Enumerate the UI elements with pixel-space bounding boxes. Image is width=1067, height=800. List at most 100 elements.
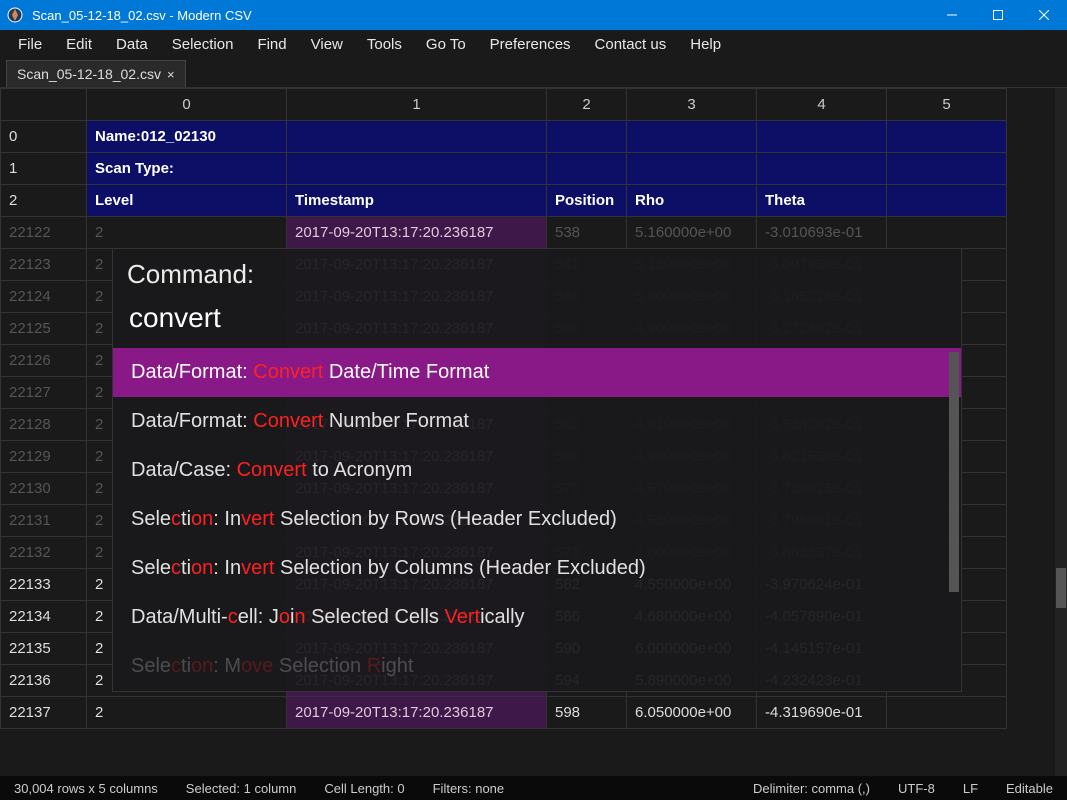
cell[interactable]: 2 xyxy=(87,697,287,729)
menu-preferences[interactable]: Preferences xyxy=(478,32,583,57)
column-header-row: 0 1 2 3 4 5 xyxy=(1,89,1007,121)
col-header-3[interactable]: 3 xyxy=(627,89,757,121)
cell[interactable] xyxy=(547,121,627,153)
cell[interactable]: Timestamp xyxy=(287,185,547,217)
cell[interactable]: 22130 xyxy=(1,473,87,505)
close-button[interactable] xyxy=(1021,0,1067,30)
col-header-4[interactable]: 4 xyxy=(757,89,887,121)
cell[interactable]: 22127 xyxy=(1,377,87,409)
cell[interactable]: 22129 xyxy=(1,441,87,473)
window-controls xyxy=(929,0,1067,30)
cell[interactable]: 22126 xyxy=(1,345,87,377)
status-encoding: UTF-8 xyxy=(884,781,949,796)
cell[interactable]: Position xyxy=(547,185,627,217)
cell[interactable]: 22131 xyxy=(1,505,87,537)
cell[interactable] xyxy=(627,153,757,185)
cell[interactable] xyxy=(887,217,1007,249)
command-input[interactable] xyxy=(113,294,961,348)
cell[interactable]: Theta xyxy=(757,185,887,217)
cell[interactable]: 22137 xyxy=(1,697,87,729)
cell[interactable]: 22124 xyxy=(1,281,87,313)
command-item[interactable]: Selection: Move Selection Right xyxy=(113,642,961,691)
cell[interactable]: 22123 xyxy=(1,249,87,281)
cell[interactable]: 22136 xyxy=(1,665,87,697)
corner-cell[interactable] xyxy=(1,89,87,121)
command-item[interactable]: Selection: Invert Selection by Rows (Hea… xyxy=(113,495,961,544)
status-editable: Editable xyxy=(992,781,1067,796)
menu-tools[interactable]: Tools xyxy=(355,32,414,57)
cell[interactable] xyxy=(627,121,757,153)
cell[interactable]: 2017-09-20T13:17:20.236187 xyxy=(287,697,547,729)
cell[interactable]: Level xyxy=(87,185,287,217)
status-rowcount: 30,004 rows x 5 columns xyxy=(0,781,172,796)
cell[interactable] xyxy=(887,185,1007,217)
command-item[interactable]: Data/Multi-cell: Join Selected Cells Ver… xyxy=(113,593,961,642)
status-filters: Filters: none xyxy=(419,781,519,796)
cell[interactable]: 22128 xyxy=(1,409,87,441)
cell[interactable]: 22132 xyxy=(1,537,87,569)
table-row[interactable]: 0Name:012_02130 xyxy=(1,121,1007,153)
cell[interactable]: Scan Type: xyxy=(87,153,287,185)
command-item[interactable]: Data/Case: Convert to Acronym xyxy=(113,446,961,495)
cell[interactable] xyxy=(887,153,1007,185)
cell[interactable]: 538 xyxy=(547,217,627,249)
cell[interactable] xyxy=(287,121,547,153)
col-header-1[interactable]: 1 xyxy=(287,89,547,121)
menu-goto[interactable]: Go To xyxy=(414,32,478,57)
menu-selection[interactable]: Selection xyxy=(160,32,246,57)
cell[interactable]: 6.050000e+00 xyxy=(627,697,757,729)
menu-data[interactable]: Data xyxy=(104,32,160,57)
cell[interactable] xyxy=(287,153,547,185)
command-scrollbar[interactable] xyxy=(949,352,959,592)
command-item[interactable]: Selection: Invert Selection by Columns (… xyxy=(113,544,961,593)
cell[interactable]: 1 xyxy=(1,153,87,185)
table-row[interactable]: 2213722017-09-20T13:17:20.2361875986.050… xyxy=(1,697,1007,729)
cell[interactable]: 2 xyxy=(87,217,287,249)
cell[interactable] xyxy=(887,697,1007,729)
menu-file[interactable]: File xyxy=(6,32,54,57)
command-results: Data/Format: Convert Date/Time FormatDat… xyxy=(113,348,961,691)
cell[interactable] xyxy=(757,121,887,153)
cell[interactable]: 22125 xyxy=(1,313,87,345)
command-palette: Command: Data/Format: Convert Date/Time … xyxy=(112,248,962,692)
menu-view[interactable]: View xyxy=(299,32,355,57)
command-item[interactable]: Data/Format: Convert Number Format xyxy=(113,397,961,446)
cell[interactable]: 22122 xyxy=(1,217,87,249)
command-item[interactable]: Data/Format: Convert Date/Time Format xyxy=(113,348,961,397)
minimize-button[interactable] xyxy=(929,0,975,30)
cell[interactable]: 5.160000e+00 xyxy=(627,217,757,249)
col-header-2[interactable]: 2 xyxy=(547,89,627,121)
cell[interactable]: 22135 xyxy=(1,633,87,665)
file-tab[interactable]: Scan_05-12-18_02.csv × xyxy=(6,60,186,87)
menubar: File Edit Data Selection Find View Tools… xyxy=(0,30,1067,58)
cell[interactable]: 2 xyxy=(1,185,87,217)
cell[interactable]: Rho xyxy=(627,185,757,217)
cell[interactable]: 22134 xyxy=(1,601,87,633)
cell[interactable]: Name:012_02130 xyxy=(87,121,287,153)
menu-contact[interactable]: Contact us xyxy=(583,32,679,57)
window-title: Scan_05-12-18_02.csv - Modern CSV xyxy=(30,8,929,23)
table-row[interactable]: 2LevelTimestampPositionRhoTheta xyxy=(1,185,1007,217)
cell[interactable]: 0 xyxy=(1,121,87,153)
tab-close-icon[interactable]: × xyxy=(167,67,175,82)
vertical-scrollbar[interactable] xyxy=(1055,88,1067,776)
table-row[interactable]: 1Scan Type: xyxy=(1,153,1007,185)
col-header-5[interactable]: 5 xyxy=(887,89,1007,121)
cell[interactable] xyxy=(547,153,627,185)
menu-help[interactable]: Help xyxy=(678,32,733,57)
menu-find[interactable]: Find xyxy=(245,32,298,57)
cell[interactable]: -4.319690e-01 xyxy=(757,697,887,729)
table-row[interactable]: 2212222017-09-20T13:17:20.2361875385.160… xyxy=(1,217,1007,249)
cell[interactable]: 2017-09-20T13:17:20.236187 xyxy=(287,217,547,249)
cell[interactable]: -3.010693e-01 xyxy=(757,217,887,249)
titlebar: Scan_05-12-18_02.csv - Modern CSV xyxy=(0,0,1067,30)
scrollbar-thumb[interactable] xyxy=(1056,568,1066,608)
menu-edit[interactable]: Edit xyxy=(54,32,104,57)
cell[interactable]: 22133 xyxy=(1,569,87,601)
maximize-button[interactable] xyxy=(975,0,1021,30)
cell[interactable] xyxy=(887,121,1007,153)
col-header-0[interactable]: 0 xyxy=(87,89,287,121)
cell[interactable] xyxy=(757,153,887,185)
statusbar: 30,004 rows x 5 columns Selected: 1 colu… xyxy=(0,776,1067,800)
cell[interactable]: 598 xyxy=(547,697,627,729)
